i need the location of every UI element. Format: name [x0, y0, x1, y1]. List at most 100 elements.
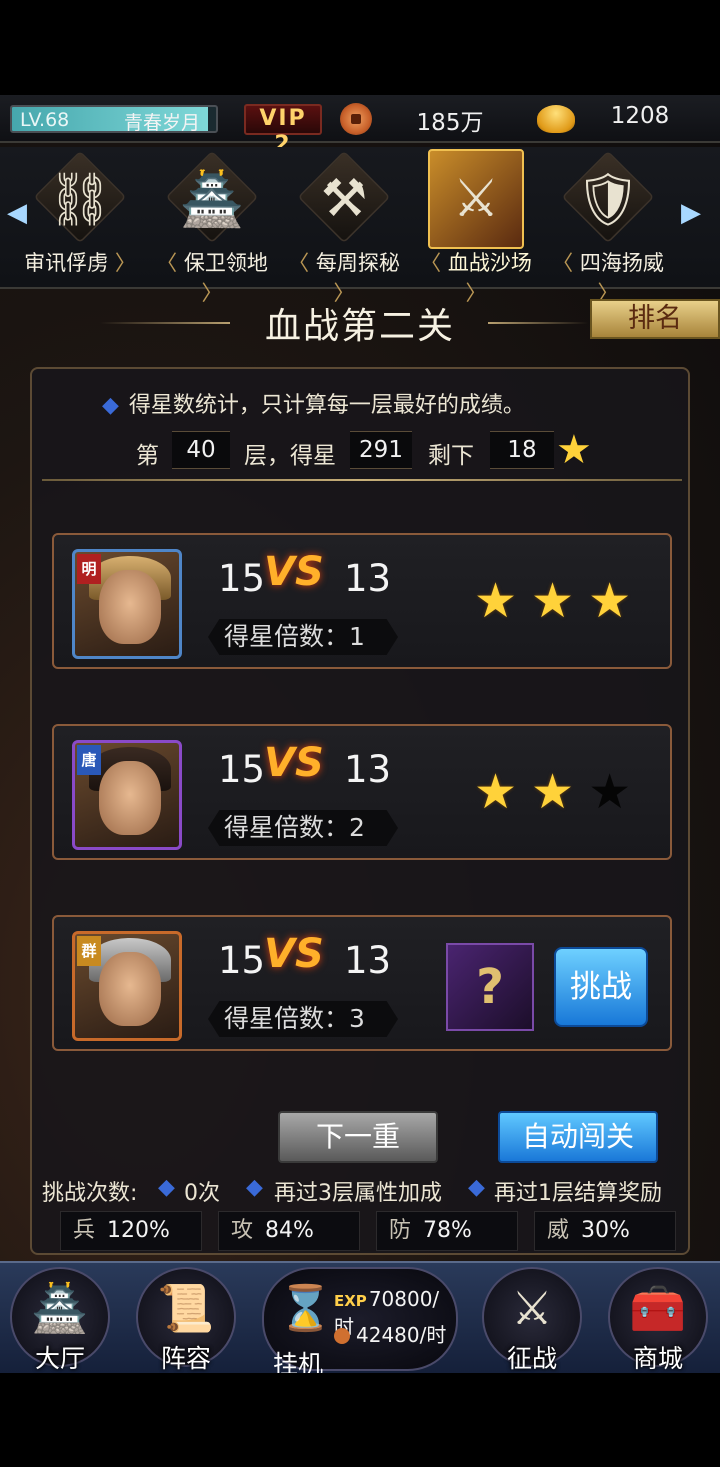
mystery-reward-icon[interactable]: ?	[446, 943, 534, 1031]
battle-row[interactable]: 群 15 VS 13 得星倍数：3 ? 挑战	[52, 915, 672, 1051]
tab-label: 保卫领地	[183, 251, 268, 275]
tab-weekly-explore[interactable]: ⚒ 〈 每周探秘 〉	[280, 147, 408, 305]
idle-rewards[interactable]: ⌛ 挂机 EXP 70800/时 42480/时	[262, 1267, 458, 1373]
stat-value: 78%	[423, 1218, 472, 1243]
exp-icon: EXP	[334, 1292, 367, 1310]
nav-campaign[interactable]: ⚔ 征战	[474, 1263, 590, 1373]
stars-earned-value: 291	[350, 431, 412, 469]
nav-label: 挂机	[272, 1350, 323, 1373]
tab-four-seas[interactable]: 🛡 〈 四海扬威 〉	[544, 147, 672, 305]
battle-row[interactable]: 唐 15 VS 13 得星倍数：2 ★ ★ ★	[52, 724, 672, 860]
vs-icon: VS	[264, 549, 324, 595]
our-power: 15	[218, 939, 266, 982]
stat-key: 防	[389, 1218, 412, 1243]
gold-ingot-icon	[537, 105, 575, 133]
copper-coin-icon	[340, 103, 372, 135]
battle-panel: ◆ 得星数统计，只计算每一层最好的成绩。 第 40 层，得星 291 剩下 18 …	[30, 367, 690, 1255]
level-label: LV.68	[20, 109, 70, 131]
bracket-divider: 〈	[420, 251, 448, 275]
next-stage-button[interactable]: 下一重	[278, 1111, 438, 1163]
level-bar: LV.68 青春岁月	[10, 105, 218, 133]
player-name: 青春岁月	[124, 112, 201, 133]
diamond-bullet-icon: ◆	[246, 1175, 263, 1200]
multiplier-value: 1	[349, 622, 365, 651]
star-rating: ★ ★ ★	[474, 768, 654, 816]
scroll-map-icon: 📜	[157, 1281, 215, 1335]
remain-label: 剩下	[428, 443, 474, 469]
multiplier-label: 得星倍数：	[224, 622, 350, 651]
stat-value: 120%	[107, 1218, 170, 1243]
crossed-swords-shield-icon: 🛡	[574, 169, 641, 230]
mode-tabs: ◀ ⛓ 审讯俘虏 〉 🏯 〈 保卫领地 〉 ⚒ 〈 每周探秘 〉 ⚔ 〈 血战沙…	[0, 147, 720, 305]
rank-button[interactable]: 排名	[590, 299, 720, 339]
multiplier-label: 得星倍数：	[224, 813, 350, 842]
rule-note: ◆ 得星数统计，只计算每一层最好的成绩。	[102, 387, 622, 419]
battle-row[interactable]: 明 15 VS 13 得星倍数：1 ★ ★ ★	[52, 533, 672, 669]
stat-defense: 防 78%	[376, 1211, 518, 1251]
auto-battle-button[interactable]: 自动闯关	[498, 1111, 658, 1163]
treasure-chest-icon: 🧰	[629, 1281, 687, 1335]
status-bar: LV.68 青春岁月 VIP 2 185万 1208	[0, 95, 720, 157]
stat-key: 兵	[73, 1218, 96, 1243]
coin-amount: 185万	[416, 110, 484, 136]
general-portrait[interactable]: 唐	[72, 740, 182, 850]
star-icon: ★	[531, 764, 575, 820]
nav-shop[interactable]: 🧰 商城	[600, 1263, 716, 1373]
attribute-bonus-row: 兵 120% 攻 84% 防 78% 威 30%	[32, 1211, 692, 1251]
general-icon: ⚔	[452, 169, 500, 229]
multiplier-value: 2	[349, 813, 365, 842]
tab-label: 每周探秘	[315, 251, 400, 275]
bonus-attr-note: 再过3层属性加成	[274, 1181, 442, 1206]
our-power: 15	[218, 748, 266, 791]
hourglass-icon: ⌛	[278, 1283, 333, 1334]
vs-icon: VS	[264, 931, 324, 977]
floor-value: 40	[172, 431, 230, 469]
vs-icon: VS	[264, 740, 324, 786]
star-icon: ★	[556, 427, 592, 473]
tab-blood-battle[interactable]: ⚔ 〈 血战沙场 〉	[412, 147, 540, 305]
diamond-bullet-icon: ◆	[158, 1175, 175, 1200]
general-portrait[interactable]: 明	[72, 549, 182, 659]
face-shape	[99, 952, 161, 1026]
faction-badge: 明	[77, 554, 101, 584]
stars-remaining-value: 18	[490, 431, 554, 469]
nav-lineup[interactable]: 📜 阵容	[128, 1263, 244, 1373]
attempts-label: 挑战次数:	[42, 1181, 138, 1206]
tab-label: 审讯俘虏	[24, 251, 109, 275]
scroll-right-arrow-icon[interactable]: ▶	[680, 193, 702, 233]
battle-score: 15 VS 13	[218, 549, 391, 603]
bonus-reward-note: 再过1层结算奖励	[494, 1181, 662, 1206]
bottom-nav: 🏯 大厅 📜 阵容 ⌛ 挂机 EXP 70800/时 42480/时 ⚔ 征战 🧰…	[0, 1261, 720, 1373]
challenge-button[interactable]: 挑战	[554, 947, 648, 1027]
attempts-value: 0次	[184, 1181, 220, 1206]
enemy-power: 13	[344, 939, 392, 982]
stage-title-bar: 血战第二关 排名	[0, 295, 720, 351]
floor-prefix: 第	[136, 443, 159, 469]
tab-interrogate[interactable]: ⛓ 审讯俘虏 〉	[16, 147, 144, 289]
enemy-power: 13	[344, 748, 392, 791]
star-multiplier: 得星倍数：2	[208, 810, 398, 846]
faction-badge: 群	[77, 936, 101, 966]
stat-troops: 兵 120%	[60, 1211, 202, 1251]
palace-icon: 🏯	[31, 1281, 89, 1335]
face-shape	[99, 570, 161, 644]
page-title: 血战第二关	[264, 306, 455, 347]
diamond-bullet-icon: ◆	[468, 1175, 485, 1200]
copper-coin-icon	[334, 1328, 350, 1344]
star-rating: ★ ★ ★	[474, 577, 654, 625]
gold-amount: 1208	[610, 103, 670, 129]
attempts-info: 挑战次数: ◆ 0次 ◆ 再过3层属性加成 ◆ 再过1层结算奖励	[32, 1175, 692, 1206]
general-portrait[interactable]: 群	[72, 931, 182, 1041]
coin-rate-value: 42480/时	[356, 1323, 447, 1347]
face-shape	[99, 761, 161, 835]
tab-defend[interactable]: 🏯 〈 保卫领地 〉	[148, 147, 276, 305]
bracket-divider: 〉	[108, 251, 136, 275]
vip-badge[interactable]: VIP 2	[244, 104, 322, 157]
nav-hall[interactable]: 🏯 大厅	[2, 1263, 118, 1373]
battle-score: 15 VS 13	[218, 740, 392, 794]
stat-value: 30%	[581, 1218, 630, 1243]
bracket-divider: 〈	[552, 251, 580, 275]
multiplier-label: 得星倍数：	[224, 1004, 350, 1033]
tab-label: 四海扬威	[579, 251, 664, 275]
star-icon: ★	[474, 573, 518, 629]
